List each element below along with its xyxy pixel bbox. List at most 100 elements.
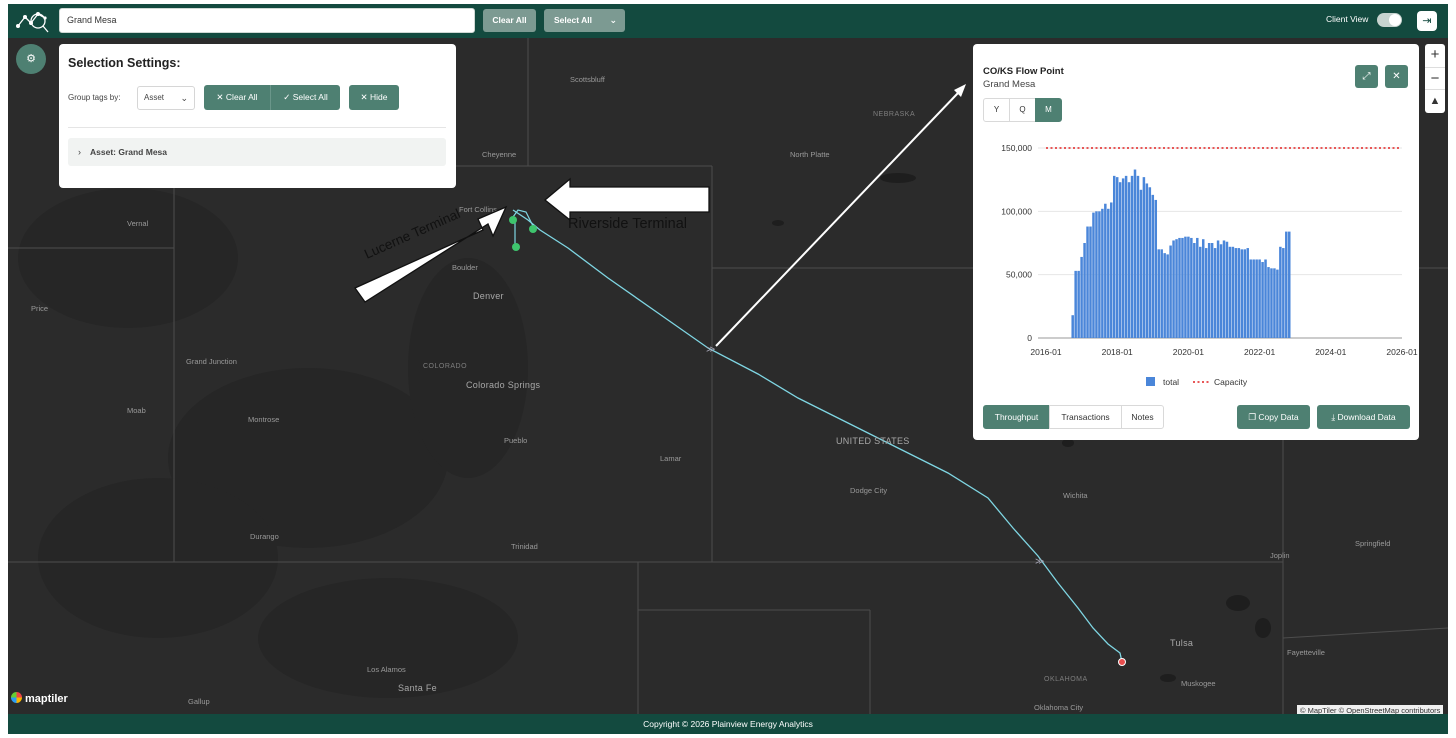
bar — [1255, 259, 1258, 338]
search-input[interactable]: Grand Mesa — [59, 8, 475, 33]
bar — [1130, 175, 1134, 338]
bar — [1080, 256, 1083, 338]
bar — [1115, 177, 1119, 338]
tab-transactions[interactable]: Transactions — [1049, 405, 1122, 429]
bar — [1219, 244, 1223, 338]
riverside-terminal-label: Riverside Terminal — [568, 216, 687, 232]
chevron-right-icon: › — [78, 147, 81, 157]
bar — [1199, 246, 1202, 338]
button-label: Download Data — [1337, 412, 1396, 422]
bar — [1071, 315, 1074, 338]
bar — [1139, 189, 1143, 338]
tab-throughput[interactable]: Throughput — [983, 405, 1050, 429]
top-bar: Grand Mesa Clear All Select All ⌄ Client… — [8, 4, 1448, 38]
network-logo-icon[interactable] — [14, 6, 50, 36]
bar — [1095, 211, 1098, 338]
group-tags-select[interactable]: Asset ⌄ — [137, 86, 195, 110]
flow-point-panel: CO/KS Flow Point Grand Mesa ⤢ ✕ Y Q M 05… — [973, 44, 1419, 440]
bar — [1243, 249, 1247, 338]
bar — [1145, 183, 1149, 338]
bar — [1110, 202, 1113, 338]
select-all-button[interactable]: ✓ Select All — [270, 85, 340, 110]
gear-icon[interactable]: ⚙ — [16, 44, 46, 74]
maptiler-logo-text: maptiler — [25, 693, 68, 705]
bar — [1175, 239, 1178, 338]
bar — [1249, 259, 1252, 338]
bar — [1163, 253, 1166, 338]
bar — [1104, 203, 1107, 338]
bar — [1196, 237, 1199, 338]
bar — [1133, 169, 1137, 338]
group-tags-label: Group tags by: — [68, 93, 121, 102]
download-data-button[interactable]: ⤓ Download Data — [1317, 405, 1410, 429]
bar — [1252, 259, 1255, 338]
bar — [1225, 241, 1229, 338]
logout-icon[interactable]: ⇥ — [1417, 11, 1437, 31]
y-tick-label: 0 — [1027, 333, 1032, 343]
copy-data-button[interactable]: ❐ Copy Data — [1237, 405, 1310, 429]
place-label: NEBRASKA — [873, 111, 916, 118]
panel-title: Selection Settings: — [68, 56, 181, 70]
clear-all-button[interactable]: ✕ Clear All — [204, 85, 270, 110]
bar — [1166, 254, 1169, 338]
bar — [1234, 248, 1238, 338]
hide-button[interactable]: ✕ Hide — [349, 85, 399, 110]
plus-icon[interactable]: + — [1425, 44, 1445, 67]
bar — [1237, 248, 1241, 338]
bar — [1142, 177, 1146, 338]
bar — [1089, 226, 1092, 338]
bar — [1231, 246, 1235, 338]
riverside-terminal-marker — [529, 225, 537, 233]
x-tick-label: 2024-01 — [1315, 347, 1346, 357]
bar — [1222, 240, 1226, 338]
place-label: Joplin — [1270, 551, 1290, 560]
bar — [1279, 246, 1282, 338]
bar — [1157, 249, 1160, 338]
clear-all-button[interactable]: Clear All — [483, 9, 536, 32]
bar — [1181, 237, 1184, 338]
bar — [1246, 248, 1249, 338]
maptiler-logo-icon — [11, 692, 22, 703]
legend-total-label: total — [1163, 377, 1179, 387]
bar — [1282, 248, 1285, 338]
zoom-controls: + − ▲ — [1425, 44, 1445, 113]
throughput-chart: 0 50,000 100,000 150,000 2016-01 2018-01 2020-… — [1001, 143, 1418, 387]
bar — [1083, 243, 1086, 338]
client-view-toggle[interactable] — [1377, 13, 1402, 27]
bar — [1098, 211, 1101, 338]
footer: Copyright © 2026 Plainview Energy Analyt… — [8, 714, 1448, 734]
bar — [1124, 175, 1128, 338]
place-label: Denver — [473, 291, 504, 301]
bar — [1285, 231, 1288, 338]
app-window: Grand Mesa Clear All Select All ⌄ Client… — [8, 4, 1448, 734]
bar — [1204, 248, 1208, 338]
compass-icon[interactable]: ▲ — [1425, 90, 1445, 113]
place-label: Colorado Springs — [466, 380, 541, 390]
maptiler-logo[interactable]: maptiler — [11, 692, 68, 705]
tab-notes[interactable]: Notes — [1121, 405, 1164, 429]
minus-icon[interactable]: − — [1425, 67, 1445, 90]
bar — [1169, 245, 1172, 338]
button-label: Copy Data — [1258, 412, 1299, 422]
bar — [1101, 208, 1104, 338]
copy-icon: ❐ — [1248, 412, 1257, 422]
select-all-dropdown[interactable]: Select All ⌄ — [544, 9, 625, 32]
selection-settings-panel: Selection Settings: Group tags by: Asset… — [59, 44, 456, 188]
asset-group-row[interactable]: › Asset: Grand Mesa — [68, 138, 446, 166]
bar — [1261, 262, 1264, 338]
x-tick-label: 2016-01 — [1030, 347, 1061, 357]
bar — [1240, 249, 1244, 338]
bar — [1127, 182, 1131, 338]
x-tick-label: 2018-01 — [1102, 347, 1133, 357]
bar — [1288, 231, 1291, 338]
place-label: Pueblo — [504, 436, 528, 445]
button-label: Hide — [370, 92, 388, 102]
place-label: Montrose — [248, 415, 280, 424]
svg-text:≫: ≫ — [706, 345, 715, 355]
svg-text:≫: ≫ — [1035, 557, 1044, 567]
copyright-text: Copyright © 2026 Plainview Energy Analyt… — [643, 719, 813, 729]
bar — [1154, 199, 1158, 338]
y-tick-label: 100,000 — [1001, 206, 1032, 216]
chevron-down-icon: ⌄ — [609, 15, 617, 25]
place-label: COLORADO — [423, 363, 468, 370]
